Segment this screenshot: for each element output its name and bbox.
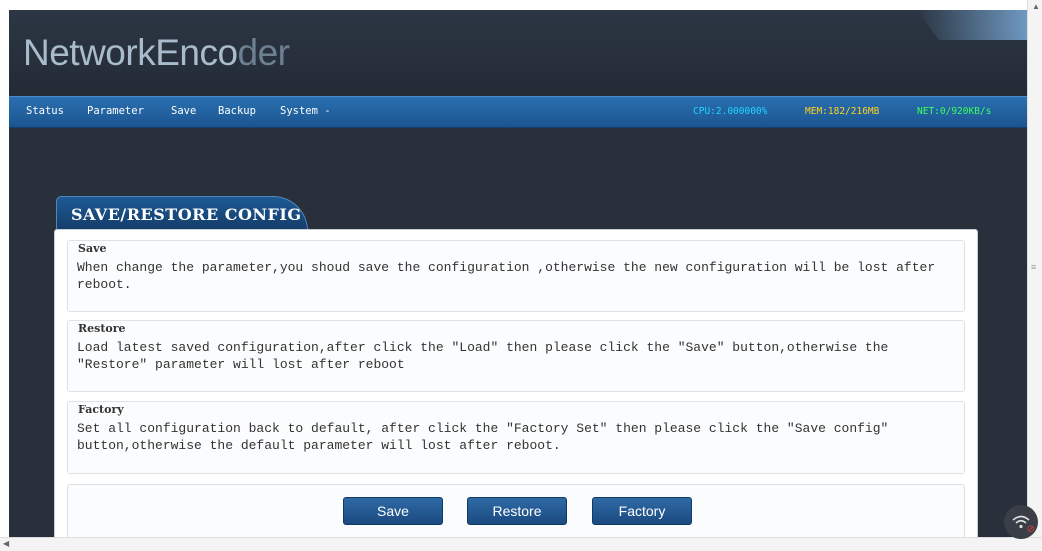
- wifi-off-icon[interactable]: ⊘: [1004, 505, 1038, 539]
- panel-title-tab: SAVE/RESTORE CONFIG: [56, 196, 308, 231]
- save-section-title: Save: [78, 242, 107, 255]
- header-decoration: [917, 10, 1027, 40]
- app-logo: NetworkEncoder: [23, 32, 290, 74]
- horizontal-scrollbar[interactable]: ◀: [0, 537, 1042, 551]
- scroll-up-icon[interactable]: ▲: [1032, 2, 1040, 11]
- save-section-text: When change the parameter,you shoud save…: [77, 260, 936, 292]
- restore-section: Restore Load latest saved configuration,…: [67, 320, 965, 392]
- action-buttons: Save Restore Factory: [67, 484, 965, 541]
- browser-viewport: NetworkEncoder Status Parameter Save Bac…: [9, 10, 1027, 541]
- main-nav: Status Parameter Save Backup System - CP…: [9, 96, 1027, 128]
- save-section: Save When change the parameter,you shoud…: [67, 240, 965, 312]
- network-usage: NET:0/920KB/s: [917, 106, 992, 117]
- logo-tail-text: der: [237, 32, 290, 73]
- cpu-usage: CPU:2.000000%: [693, 106, 768, 117]
- nav-backup[interactable]: Backup: [218, 105, 256, 117]
- restore-section-title: Restore: [78, 322, 126, 335]
- save-button[interactable]: Save: [343, 497, 443, 525]
- app-header: NetworkEncoder: [9, 10, 1027, 96]
- logo-main-text: NetworkEnco: [23, 32, 238, 73]
- scroll-grip-icon: ≡: [1031, 262, 1037, 272]
- factory-section: Factory Set all configuration back to de…: [67, 401, 965, 474]
- nav-status[interactable]: Status: [26, 105, 64, 117]
- config-panel: Save When change the parameter,you shoud…: [54, 229, 978, 541]
- nav-system-dropdown[interactable]: System -: [280, 105, 331, 117]
- memory-usage: MEM:182/216MB: [805, 106, 880, 117]
- factory-section-title: Factory: [78, 403, 124, 416]
- nav-parameter[interactable]: Parameter: [87, 105, 144, 117]
- restore-button[interactable]: Restore: [467, 497, 567, 525]
- page-title: SAVE/RESTORE CONFIG: [71, 205, 302, 224]
- factory-section-text: Set all configuration back to default, a…: [77, 421, 889, 453]
- scroll-left-icon[interactable]: ◀: [3, 539, 9, 548]
- nav-save[interactable]: Save: [171, 105, 196, 117]
- restore-section-text: Load latest saved configuration,after cl…: [77, 340, 889, 372]
- factory-button[interactable]: Factory: [592, 497, 692, 525]
